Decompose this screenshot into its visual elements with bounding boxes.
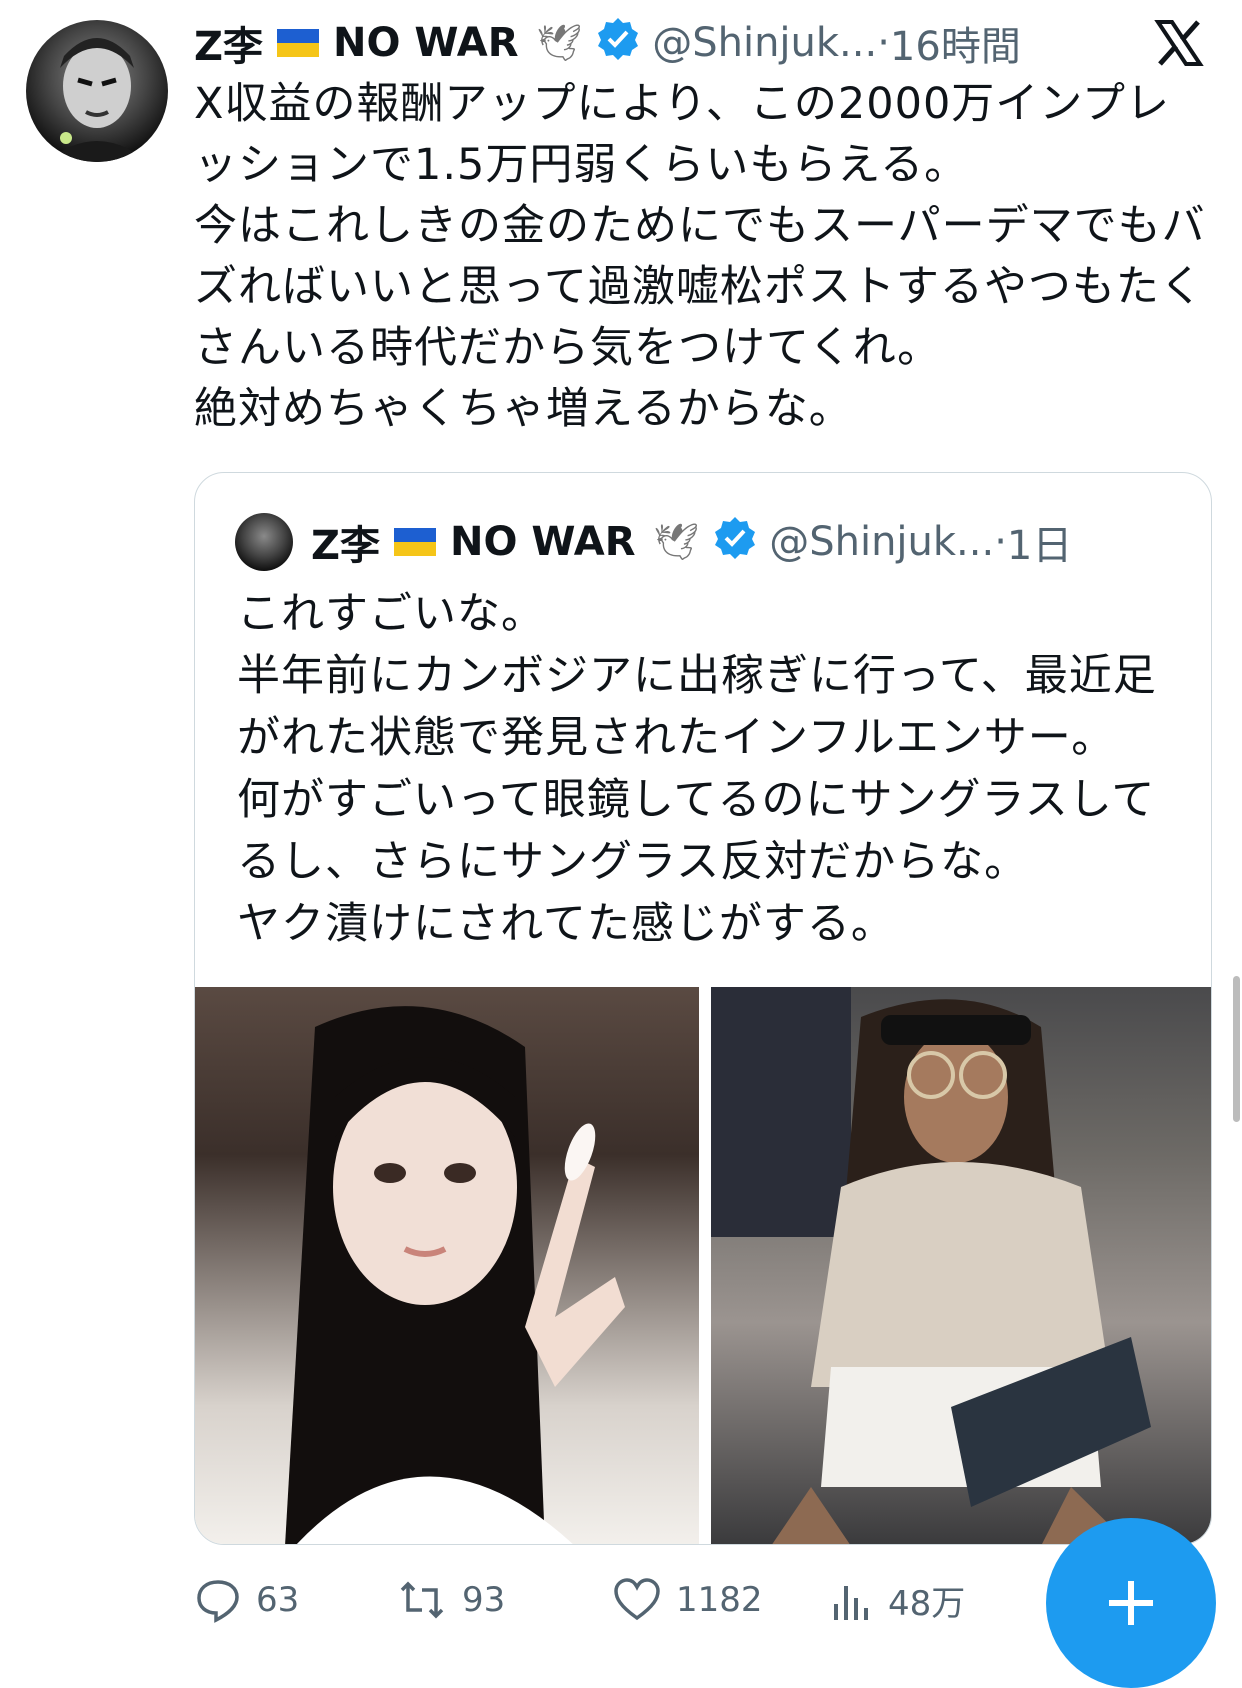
author-avatar[interactable]	[26, 20, 168, 162]
verified-badge-icon	[596, 16, 640, 70]
like-count: 1182	[676, 1580, 763, 1620]
x-logo-icon[interactable]	[1154, 18, 1204, 78]
quoted-time-separator: ·	[994, 519, 1007, 565]
tweet-body: X収益の報酬アップにより、この2000万インプレッションで1.5万円弱くらいもら…	[194, 79, 1206, 434]
dove-icon: 🕊	[536, 23, 583, 64]
quoted-tweet-body: これすごいな。 半年前にカンボジアに出稼ぎに行って、最近足がれた状態で発見された…	[237, 589, 1157, 949]
quoted-author-name-suffix: NO WAR	[450, 519, 636, 565]
image-separator	[699, 987, 711, 1544]
views-chart-icon	[834, 1586, 868, 1620]
reply-button[interactable]: 63	[194, 1576, 396, 1624]
plus-icon	[1109, 1581, 1153, 1625]
tweet-time-separator: ·	[877, 20, 890, 66]
quoted-tweet-header: Z李 NO WAR 🕊 @Shinjuk... · 1日	[235, 513, 1175, 571]
quoted-author-name: Z李	[311, 523, 381, 569]
author-name-suffix[interactable]: NO WAR	[333, 20, 519, 66]
quoted-author-handle: @Shinjuk...	[769, 519, 995, 565]
scrollbar[interactable]	[1233, 976, 1240, 1122]
dove-icon: 🕊	[653, 522, 700, 563]
repost-button[interactable]: 93	[396, 1576, 612, 1624]
heart-icon	[614, 1578, 660, 1621]
quoted-tweet-time: 1日	[1006, 523, 1073, 569]
reply-count: 63	[256, 1580, 300, 1620]
tweet-time[interactable]: 16時間	[890, 14, 1021, 72]
quoted-image-2[interactable]	[711, 987, 1211, 1544]
author-handle[interactable]: @Shinjuk...	[652, 20, 877, 66]
tweet-header: Z李 NO WAR 🕊 @Shinjuk... · 16時間	[194, 16, 1204, 70]
compose-post-button[interactable]	[1046, 1518, 1216, 1688]
views-count: 48万	[888, 1583, 966, 1624]
quoted-author-avatar	[235, 513, 293, 571]
reply-icon	[197, 1580, 239, 1623]
verified-badge-icon	[713, 515, 757, 569]
tweet-actions: 63 93 1182 48万	[194, 1572, 1014, 1628]
views-button[interactable]: 48万	[830, 1576, 965, 1625]
author-name[interactable]: Z李	[194, 14, 263, 72]
repost-icon	[400, 1581, 444, 1619]
like-button[interactable]: 1182	[612, 1576, 830, 1624]
ukraine-flag-icon	[394, 528, 437, 556]
quoted-tweet[interactable]: Z李 NO WAR 🕊 @Shinjuk... · 1日 これすごいな。 半年前…	[194, 472, 1212, 1545]
repost-count: 93	[462, 1580, 506, 1620]
ukraine-flag-icon	[277, 29, 320, 57]
quoted-image-1[interactable]	[195, 987, 699, 1544]
